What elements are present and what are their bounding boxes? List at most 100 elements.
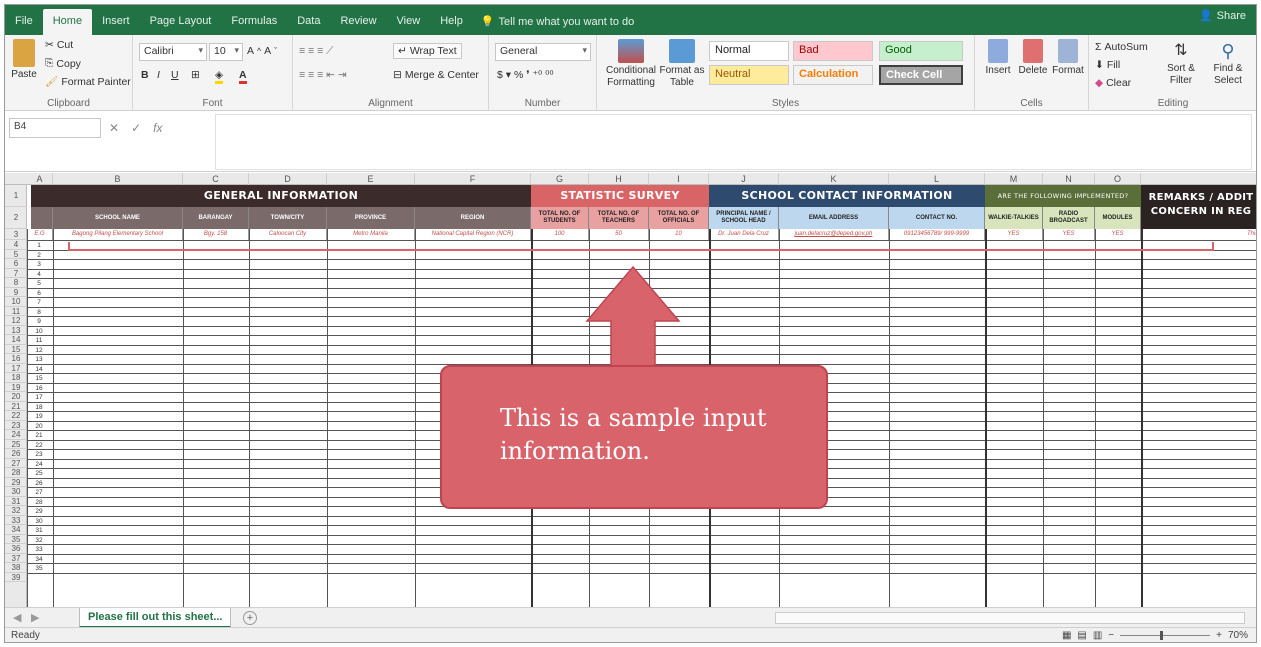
sample-cell[interactable]: 50 — [589, 229, 649, 240]
scroll-right-icon[interactable]: ▶ — [31, 611, 39, 624]
font-size-select[interactable]: 10 — [209, 43, 243, 61]
sample-row-label[interactable]: E.G — [27, 229, 53, 240]
row-header[interactable]: 20 — [5, 392, 27, 402]
row-header[interactable]: 15 — [5, 345, 27, 354]
zoom-slider[interactable] — [1120, 631, 1211, 640]
row-header[interactable]: 12 — [5, 316, 27, 326]
clear-button[interactable]: ◆ Clear — [1095, 77, 1131, 89]
align-left-icon[interactable]: ≡ ≡ ≡ ⇤ ⇥ — [299, 69, 347, 81]
sample-cell[interactable]: 100 — [531, 229, 589, 240]
font-name-select[interactable]: Calibri — [139, 43, 207, 61]
horizontal-scrollbar[interactable] — [775, 612, 1245, 624]
style-check-cell[interactable]: Check Cell — [879, 65, 963, 85]
column-header-C[interactable]: C — [183, 173, 249, 185]
row-header[interactable]: 1 — [5, 185, 27, 207]
style-bad[interactable]: Bad — [793, 41, 873, 61]
column-header-O[interactable]: O — [1095, 173, 1141, 185]
font-color-button[interactable]: A — [239, 69, 247, 84]
row-header[interactable]: 33 — [5, 516, 27, 525]
row-header[interactable]: 7 — [5, 269, 27, 278]
column-header-I[interactable]: I — [649, 173, 709, 185]
column-header-N[interactable]: N — [1043, 173, 1095, 185]
column-header-K[interactable]: K — [779, 173, 889, 185]
row-header[interactable]: 36 — [5, 544, 27, 554]
tell-me-box[interactable]: 💡 Tell me what you want to do — [473, 9, 642, 35]
style-good[interactable]: Good — [879, 41, 963, 61]
sample-cell[interactable]: National Capital Region (NCR) — [415, 229, 531, 240]
normal-view-icon[interactable]: ▦ — [1062, 630, 1071, 641]
tab-file[interactable]: File — [5, 9, 43, 35]
sort-filter-button[interactable]: ⇅ Sort & Filter — [1161, 39, 1201, 87]
tab-page-layout[interactable]: Page Layout — [140, 9, 222, 35]
row-header[interactable]: 18 — [5, 373, 27, 383]
currency-percent-buttons[interactable]: $ ▾ % ❜ ⁺⁰ ⁰⁰ — [497, 69, 554, 81]
column-header-J[interactable]: J — [709, 173, 779, 185]
column-header-B[interactable]: B — [53, 173, 183, 185]
column-header-D[interactable]: D — [249, 173, 327, 185]
sample-cell[interactable]: YES — [1043, 229, 1095, 240]
row-header[interactable]: 8 — [5, 278, 27, 288]
row-header[interactable]: 21 — [5, 402, 27, 411]
copy-button[interactable]: ⎘ Copy — [45, 57, 81, 70]
style-normal[interactable]: Normal — [709, 41, 789, 61]
sample-cell[interactable]: YES — [985, 229, 1043, 240]
sheet-tab-fill-out[interactable]: Please fill out this sheet... — [79, 608, 232, 628]
find-select-button[interactable]: ⚲ Find & Select — [1205, 39, 1251, 87]
enter-icon[interactable]: ✓ — [131, 121, 141, 135]
row-header[interactable]: 17 — [5, 364, 27, 373]
tab-review[interactable]: Review — [330, 9, 386, 35]
fx-icon[interactable]: fx — [153, 121, 162, 135]
column-header-F[interactable]: F — [415, 173, 531, 185]
tab-help[interactable]: Help — [430, 9, 473, 35]
merge-center-button[interactable]: ⊟ Merge & Center — [393, 69, 479, 81]
sample-cell[interactable]: 09123456789/ 999-9999 — [889, 229, 985, 240]
borders-icon[interactable]: ⊞ — [191, 69, 200, 81]
add-sheet-button[interactable]: + — [243, 611, 257, 625]
page-break-view-icon[interactable]: ▥ — [1093, 630, 1102, 641]
row-header[interactable]: 13 — [5, 326, 27, 335]
column-header-E[interactable]: E — [327, 173, 415, 185]
autosum-button[interactable]: Σ AutoSum — [1095, 41, 1148, 53]
sample-cell[interactable]: Dr. Juan Dela Cruz — [709, 229, 779, 240]
wrap-text-button[interactable]: ↵ Wrap Text — [393, 43, 462, 59]
sample-cell[interactable]: This sc — [1141, 229, 1256, 240]
sample-cell[interactable]: Bgy. 158 — [183, 229, 249, 240]
number-format-select[interactable]: General — [495, 43, 591, 61]
row-header[interactable]: 25 — [5, 440, 27, 449]
style-calculation[interactable]: Calculation — [793, 65, 873, 85]
row-header[interactable]: 10 — [5, 297, 27, 307]
tab-formulas[interactable]: Formulas — [221, 9, 287, 35]
row-header[interactable]: 37 — [5, 554, 27, 563]
share-button[interactable]: 👤 Share — [1199, 9, 1246, 23]
bold-button[interactable]: B — [141, 69, 149, 81]
row-header[interactable]: 34 — [5, 525, 27, 535]
cut-button[interactable]: ✂ Cut — [45, 39, 73, 51]
format-as-table-button[interactable]: Format as Table — [659, 39, 705, 89]
sample-cell[interactable]: Bagong Pilang Elementary School — [53, 229, 183, 240]
formula-input[interactable] — [215, 114, 1252, 170]
sample-cell[interactable]: 10 — [649, 229, 709, 240]
row-header[interactable]: 5 — [5, 250, 27, 259]
row-header[interactable]: 28 — [5, 468, 27, 478]
sample-cell[interactable]: Metro Manila — [327, 229, 415, 240]
format-cells-button[interactable]: Format — [1051, 39, 1085, 77]
row-header[interactable]: 24 — [5, 430, 27, 440]
insert-cells-button[interactable]: Insert — [983, 39, 1013, 77]
row-header[interactable]: 27 — [5, 459, 27, 468]
conditional-formatting-button[interactable]: Conditional Formatting — [601, 39, 661, 89]
name-box[interactable]: B4 — [9, 118, 101, 138]
row-header[interactable]: 16 — [5, 354, 27, 364]
scroll-left-icon[interactable]: ◀ — [13, 611, 21, 624]
row-header[interactable]: 4 — [5, 240, 27, 250]
row-header[interactable]: 11 — [5, 307, 27, 316]
font-grow-button[interactable]: A ^ Aˇ — [247, 45, 277, 57]
fill-button[interactable]: ⬇ Fill — [1095, 59, 1120, 71]
column-header-M[interactable]: M — [985, 173, 1043, 185]
row-header[interactable]: 22 — [5, 411, 27, 421]
tab-view[interactable]: View — [387, 9, 431, 35]
cancel-icon[interactable]: ✕ — [109, 121, 119, 135]
style-neutral[interactable]: Neutral — [709, 65, 789, 85]
column-header-L[interactable]: L — [889, 173, 985, 185]
page-layout-view-icon[interactable]: ▤ — [1077, 630, 1086, 641]
row-header[interactable]: 39 — [5, 573, 27, 582]
